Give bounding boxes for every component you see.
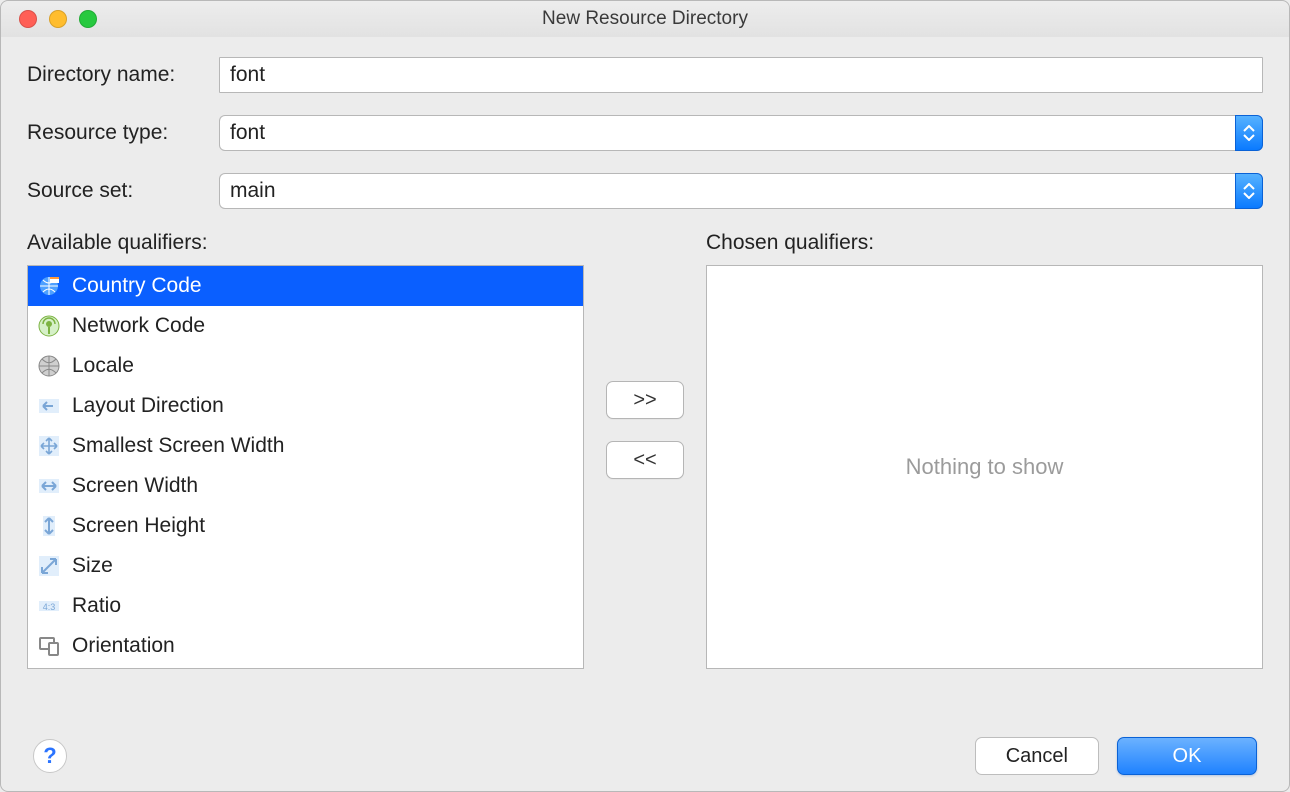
qualifier-item-label: Smallest Screen Width [72, 434, 284, 458]
qualifier-item-locale[interactable]: Locale [28, 346, 583, 386]
titlebar: New Resource Directory [1, 1, 1289, 37]
available-qualifiers-list[interactable]: Country Code Network Code Locale Layout Dir… [27, 265, 584, 669]
chosen-qualifiers-list[interactable]: Nothing to show [706, 265, 1263, 669]
qualifier-item-label: Layout Direction [72, 394, 224, 418]
resource-type-combo[interactable] [219, 115, 1263, 151]
qualifier-item-screen-height[interactable]: Screen Height [28, 506, 583, 546]
window-title: New Resource Directory [1, 8, 1289, 30]
chevron-down-icon [1243, 133, 1255, 141]
chevron-down-icon [1243, 191, 1255, 199]
resource-type-stepper[interactable] [1235, 115, 1263, 151]
qualifier-item-label: Size [72, 554, 113, 578]
row-resource-type: Resource type: [27, 115, 1263, 151]
source-set-stepper[interactable] [1235, 173, 1263, 209]
source-set-combo[interactable] [219, 173, 1263, 209]
arrows-out-icon [36, 433, 62, 459]
help-button[interactable]: ? [33, 739, 67, 773]
dialog-window: New Resource Directory Directory name: R… [0, 0, 1290, 792]
label-resource-type: Resource type: [27, 121, 219, 145]
qualifier-item-network-code[interactable]: Network Code [28, 306, 583, 346]
resource-type-input[interactable] [219, 115, 1235, 151]
label-directory-name: Directory name: [27, 63, 219, 87]
qualifier-item-label: Network Code [72, 314, 205, 338]
cancel-button[interactable]: Cancel [975, 737, 1099, 775]
ok-button[interactable]: OK [1117, 737, 1257, 775]
available-column: Available qualifiers: Country Code Networ… [27, 231, 584, 669]
qualifier-item-label: Screen Width [72, 474, 198, 498]
antenna-icon [36, 313, 62, 339]
row-source-set: Source set: [27, 173, 1263, 209]
arrow-v-icon [36, 513, 62, 539]
remove-qualifier-button[interactable]: << [606, 441, 684, 479]
qualifier-item-label: Orientation [72, 634, 175, 658]
directory-name-input[interactable] [219, 57, 1263, 93]
chosen-empty-text: Nothing to show [906, 454, 1064, 480]
qualifier-item-label: Locale [72, 354, 134, 378]
arrow-left-icon [36, 393, 62, 419]
transfer-buttons: >> << [606, 381, 684, 479]
expand-icon [36, 553, 62, 579]
chosen-column: Chosen qualifiers: Nothing to show [706, 231, 1263, 669]
qualifier-item-country-code[interactable]: Country Code [28, 266, 583, 306]
ratio-icon: 4:3 [36, 593, 62, 619]
dialog-content: Directory name: Resource type: Source se… [1, 37, 1289, 669]
svg-text:4:3: 4:3 [43, 602, 56, 612]
qualifier-item-label: Country Code [72, 274, 202, 298]
label-source-set: Source set: [27, 179, 219, 203]
qualifier-item-label: Screen Height [72, 514, 205, 538]
qualifier-item-label: Ratio [72, 594, 121, 618]
globe-flag-icon [36, 273, 62, 299]
chevron-up-icon [1243, 183, 1255, 191]
qualifier-item-screen-width[interactable]: Screen Width [28, 466, 583, 506]
add-qualifier-button[interactable]: >> [606, 381, 684, 419]
label-available-qualifiers: Available qualifiers: [27, 231, 584, 255]
globe-icon [36, 353, 62, 379]
qualifier-item-orientation[interactable]: Orientation [28, 626, 583, 666]
qualifier-item-layout-direction[interactable]: Layout Direction [28, 386, 583, 426]
arrow-h-icon [36, 473, 62, 499]
dialog-footer: ? Cancel OK [1, 737, 1289, 775]
qualifier-item-size[interactable]: Size [28, 546, 583, 586]
row-directory-name: Directory name: [27, 57, 1263, 93]
qualifier-item-smallest-screen-width[interactable]: Smallest Screen Width [28, 426, 583, 466]
source-set-input[interactable] [219, 173, 1235, 209]
chevron-up-icon [1243, 125, 1255, 133]
label-chosen-qualifiers: Chosen qualifiers: [706, 231, 1263, 255]
qualifiers-row: Available qualifiers: Country Code Networ… [27, 231, 1263, 669]
qualifier-item-ratio[interactable]: 4:3 Ratio [28, 586, 583, 626]
device-icon [36, 633, 62, 659]
